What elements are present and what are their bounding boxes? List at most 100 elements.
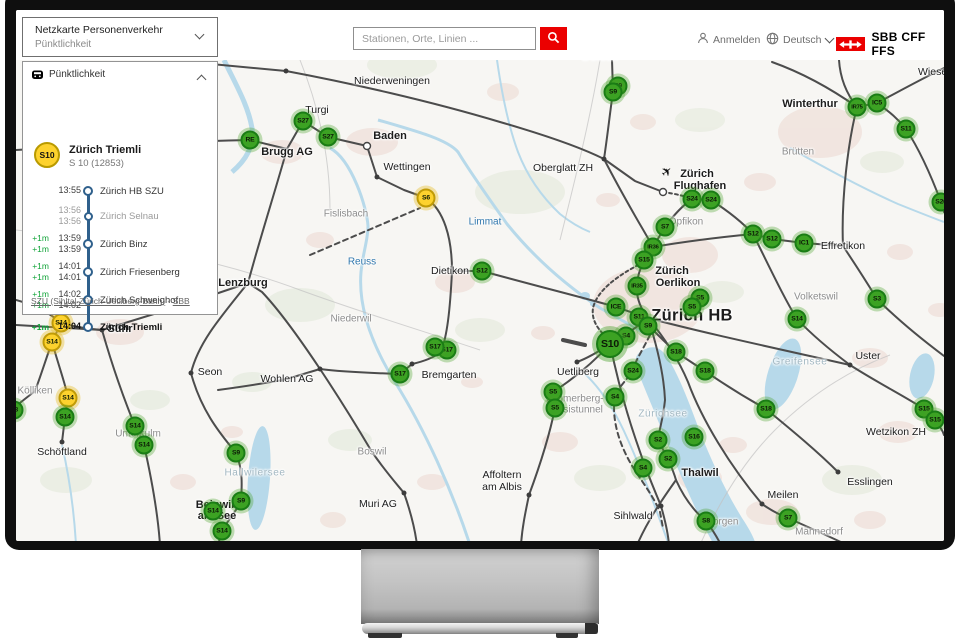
map-label: Meilen [768, 489, 799, 501]
line-badge-s14[interactable]: S14 [59, 389, 78, 408]
line-badge-s9[interactable]: S9 [639, 317, 658, 336]
line-badge-s5[interactable]: S5 [546, 399, 565, 418]
map-label: Niederweningen [354, 75, 430, 87]
map-label: Männedorf [795, 527, 843, 538]
line-badge-s12[interactable]: S12 [473, 262, 492, 281]
line-badge-s14[interactable]: S14 [135, 436, 154, 455]
line-badge-re[interactable]: RE [241, 131, 260, 150]
map-label: Esslingen [847, 476, 893, 488]
line-badge-s7[interactable]: S7 [779, 509, 798, 528]
map-label: Seon [198, 366, 223, 378]
line-badge-s24[interactable]: S24 [624, 362, 643, 381]
line-badge-s15[interactable]: S15 [926, 411, 945, 430]
line-badge-s4[interactable]: S4 [606, 388, 625, 407]
line-badge-s12[interactable]: S12 [763, 230, 782, 249]
line-badge-s15[interactable]: S15 [635, 251, 654, 270]
map-label: Uetliberg [557, 366, 599, 378]
line-badge-s14[interactable]: S14 [56, 408, 75, 427]
line-badge-s16[interactable]: S16 [685, 428, 704, 447]
line-badge-s8[interactable]: S8 [697, 512, 716, 531]
line-badge-s27[interactable]: S27 [319, 128, 338, 147]
line-badge-s12[interactable]: S12 [744, 225, 763, 244]
search-input[interactable] [353, 27, 536, 50]
line-badge-s26[interactable]: S26 [932, 193, 945, 212]
map-label: Fislisbach [324, 209, 368, 220]
map-label: Schöftland [37, 446, 87, 458]
line-badge-s9[interactable]: S9 [227, 444, 246, 463]
line-badge-s14[interactable]: S14 [788, 310, 807, 329]
line-badge-s7[interactable]: S7 [656, 218, 675, 237]
language-selector[interactable]: Deutsch [766, 32, 833, 48]
monitor-stand [361, 549, 599, 624]
line-badge-ice[interactable]: ICE [607, 298, 626, 317]
map-label: Flughafen [674, 180, 727, 192]
train-icon [31, 68, 44, 86]
line-badge-s9[interactable]: S9 [232, 492, 251, 511]
sbb-logo[interactable]: SBB CFF FFS [836, 30, 944, 58]
route-name: Zürich Triemli [69, 144, 141, 156]
stop-name: Zürich Selnau [95, 211, 217, 222]
sbb-flag-icon [836, 37, 865, 51]
operator-link[interactable]: SZU (Sihltal-Zürich-Uetliberg-Bahn) [31, 296, 165, 306]
map-label: Baden [373, 130, 407, 142]
line-badge-s18[interactable]: S18 [667, 343, 686, 362]
route-id: S 10 (12853) [69, 158, 124, 169]
stop-row[interactable]: +1m+1m13:5913:59Zürich Binz [23, 230, 217, 258]
stop-row[interactable]: 13:5613:56Zürich Selnau [23, 202, 217, 230]
map-label: Hallwilersee [224, 468, 285, 479]
line-badge-s3[interactable]: S3 [868, 290, 887, 309]
map-label: am Albis [482, 481, 522, 493]
map-label: Zürich [655, 265, 689, 277]
line-badge-s27[interactable]: S27 [294, 112, 313, 131]
user-icon [697, 32, 709, 47]
line-badge-s4[interactable]: S4 [634, 459, 653, 478]
line-badge-s24[interactable]: S24 [683, 190, 702, 209]
panel-header[interactable]: Pünktlichkeit [23, 62, 217, 86]
globe-icon [766, 32, 779, 48]
stop-node-icon [83, 186, 93, 196]
line-badge-s17[interactable]: S17 [391, 365, 410, 384]
map-label: Zürichsee [638, 409, 687, 420]
line-badge-s18[interactable]: S18 [757, 400, 776, 419]
line-badge-ic1[interactable]: IC1 [795, 234, 814, 253]
sbb-link[interactable]: SBB [173, 296, 190, 306]
line-badge-s10[interactable]: S10 [596, 330, 624, 358]
line-badge-s2[interactable]: S2 [659, 450, 678, 469]
stand-base-cap [585, 623, 598, 634]
map-label: Bremgarten [422, 369, 477, 381]
line-badge-s11[interactable]: S11 [897, 120, 916, 139]
map-label: Reuss [348, 257, 376, 268]
line-badge-s24[interactable]: S24 [702, 191, 721, 210]
stop-row[interactable]: +1m+1m14:0114:01Zürich Friesenberg [23, 258, 217, 286]
line-badge-s9[interactable]: S9 [604, 83, 623, 102]
line-badge-s5[interactable]: S5 [683, 298, 702, 317]
login-label: Anmelden [713, 34, 760, 46]
line-badge-s14[interactable]: S14 [213, 522, 232, 541]
line-badge-ic5[interactable]: IC5 [868, 94, 887, 113]
line-badge-s6[interactable]: S6 [417, 189, 436, 208]
monitor-foot-left [368, 633, 402, 638]
stop-name: Zürich Binz [95, 239, 217, 250]
monitor-foot-right [556, 633, 578, 638]
map-label: Wetzikon ZH [866, 426, 926, 438]
line-badge-ir75[interactable]: IR75 [848, 98, 867, 117]
punctuality-panel: Pünktlichkeit S10 Zürich Triemli S 10 (1… [22, 61, 218, 315]
map-label: Wettingen [383, 161, 430, 173]
line-badge-s2[interactable]: S2 [649, 431, 668, 450]
line-badge-s14[interactable]: S14 [204, 502, 223, 521]
footer-separator: - [165, 296, 173, 306]
login-button[interactable]: Anmelden [697, 32, 760, 47]
map-label: Kölliken [17, 386, 52, 397]
line-badge-s17[interactable]: S17 [426, 338, 445, 357]
line-badge-s18[interactable]: S18 [696, 362, 715, 381]
map-label: Limmat [469, 217, 502, 228]
stop-row[interactable]: +1m14:04Zürich Triemli [23, 314, 217, 340]
line-badge-s14[interactable]: S14 [126, 417, 145, 436]
stop-row[interactable]: 13:55Zürich HB SZU [23, 180, 217, 202]
language-label: Deutsch [783, 34, 822, 46]
chevron-up-icon [197, 75, 207, 85]
map-label: Thalwil [681, 467, 718, 479]
layer-dropdown[interactable]: Netzkarte Personenverkehr Pünktlichkeit [22, 17, 218, 57]
line-badge-ir35[interactable]: IR35 [628, 277, 647, 296]
search-button[interactable] [540, 27, 567, 50]
